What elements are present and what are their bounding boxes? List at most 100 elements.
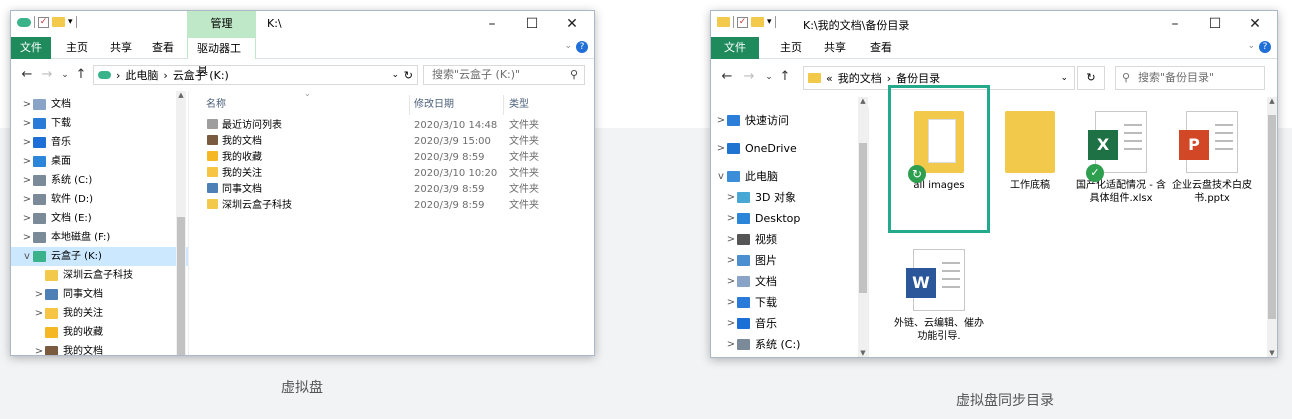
properties-icon[interactable]: ✓: [38, 16, 49, 28]
expand-chevron-icon[interactable]: >: [33, 342, 45, 355]
tab-view[interactable]: 查看: [861, 37, 901, 59]
nav-item[interactable]: > 文档: [711, 272, 868, 291]
scroll-up-icon[interactable]: ▲: [858, 97, 868, 105]
customize-toolbar-icon[interactable]: ▾: [68, 17, 73, 27]
scrollbar-thumb[interactable]: [177, 217, 185, 355]
search-input[interactable]: 搜索"云盒子 (K:)" ⚲: [423, 65, 585, 85]
forward-button[interactable]: →: [39, 66, 55, 84]
address-dropdown-icon[interactable]: ⌄: [1060, 73, 1068, 83]
navigation-scrollbar[interactable]: ▲: [176, 91, 186, 355]
expand-chevron-icon[interactable]: >: [725, 251, 737, 270]
content-scrollbar[interactable]: ▲ ▼: [1267, 97, 1277, 357]
new-folder-icon[interactable]: [751, 17, 764, 27]
file-row[interactable]: 我的文档: [207, 134, 262, 150]
maximize-button[interactable]: ☐: [1195, 14, 1235, 34]
nav-item[interactable]: > 图片: [711, 251, 868, 270]
scrollbar-thumb[interactable]: [1268, 115, 1276, 319]
nav-item[interactable]: > 软件 (D:): [11, 190, 188, 209]
file-row[interactable]: 同事文档: [207, 182, 262, 198]
expand-chevron-icon[interactable]: >: [725, 209, 737, 228]
minimize-button[interactable]: –: [1155, 14, 1195, 34]
nav-item[interactable]: v 云盒子 (K:): [11, 247, 188, 266]
back-button[interactable]: ←: [719, 68, 735, 86]
recent-locations-button[interactable]: ⌄: [761, 68, 777, 86]
address-segment-backup[interactable]: 备份目录: [896, 70, 940, 86]
expand-chevron-icon[interactable]: >: [21, 228, 33, 247]
nav-item[interactable]: > 桌面: [11, 152, 188, 171]
nav-item[interactable]: > 文档 (E:): [11, 209, 188, 228]
nav-item[interactable]: v 此电脑: [711, 167, 868, 186]
nav-item[interactable]: > 下载: [711, 293, 868, 312]
expand-chevron-icon[interactable]: >: [33, 304, 45, 323]
column-header-name[interactable]: 名称: [206, 95, 226, 115]
nav-item[interactable]: > Desktop: [711, 209, 868, 228]
expand-chevron-icon[interactable]: >: [725, 272, 737, 291]
refresh-icon[interactable]: ↻: [404, 69, 413, 82]
scrollbar-thumb[interactable]: [859, 143, 867, 293]
forward-button[interactable]: →: [741, 68, 757, 86]
expand-chevron-icon[interactable]: >: [725, 230, 737, 249]
file-tile[interactable]: ↻ all images: [893, 111, 985, 192]
expand-chevron-icon[interactable]: >: [725, 293, 737, 312]
expand-chevron-icon[interactable]: >: [725, 335, 737, 354]
collapse-ribbon-icon[interactable]: ⌄: [1247, 41, 1255, 51]
minimize-button[interactable]: –: [472, 14, 512, 34]
expand-chevron-icon[interactable]: >: [33, 285, 45, 304]
file-tile[interactable]: P 企业云盘技术白皮书.pptx: [1166, 111, 1258, 205]
column-header-type[interactable]: 类型: [509, 95, 529, 115]
customize-toolbar-icon[interactable]: ▾: [767, 17, 772, 27]
new-folder-icon[interactable]: [52, 17, 65, 27]
tab-home[interactable]: 主页: [57, 37, 97, 59]
expand-chevron-icon[interactable]: >: [21, 209, 33, 228]
properties-icon[interactable]: ✓: [737, 16, 748, 28]
nav-item[interactable]: >3D 对象: [711, 188, 868, 207]
expand-chevron-icon[interactable]: >: [21, 114, 33, 133]
search-input[interactable]: ⚲ 搜索"备份目录": [1115, 66, 1265, 90]
nav-item[interactable]: > 本地磁盘 (F:): [11, 228, 188, 247]
expand-chevron-icon[interactable]: >: [21, 95, 33, 114]
expand-chevron-icon[interactable]: v: [715, 167, 727, 186]
file-row[interactable]: 我的关注: [207, 166, 262, 182]
file-row[interactable]: 我的收藏: [207, 150, 262, 166]
file-tile[interactable]: W 外链、云编辑、催办功能引导.: [893, 249, 985, 343]
nav-item[interactable]: > 系统 (C:): [711, 335, 868, 354]
tab-share[interactable]: 共享: [815, 37, 855, 59]
help-icon[interactable]: ?: [576, 41, 588, 53]
nav-item[interactable]: 我的收藏: [11, 323, 188, 342]
scroll-up-icon[interactable]: ▲: [1267, 97, 1277, 105]
expand-chevron-icon[interactable]: >: [21, 171, 33, 190]
expand-chevron-icon[interactable]: >: [21, 190, 33, 209]
scroll-down-icon[interactable]: ▼: [1267, 349, 1277, 357]
expand-chevron-icon[interactable]: >: [715, 139, 727, 158]
recent-locations-button[interactable]: ⌄: [57, 66, 73, 84]
tab-view[interactable]: 查看: [143, 37, 183, 59]
scroll-down-icon[interactable]: ▼: [858, 349, 868, 357]
nav-item[interactable]: > 视频: [711, 230, 868, 249]
tab-home[interactable]: 主页: [771, 37, 811, 59]
maximize-button[interactable]: ☐: [512, 14, 552, 34]
up-button[interactable]: ↑: [777, 68, 793, 86]
tab-share[interactable]: 共享: [101, 37, 141, 59]
back-button[interactable]: ←: [19, 66, 35, 84]
collapse-ribbon-icon[interactable]: ⌄: [564, 41, 572, 51]
nav-item[interactable]: > 快速访问: [711, 111, 868, 130]
file-row[interactable]: 最近访问列表: [207, 118, 282, 134]
nav-item[interactable]: 深圳云盒子科技: [11, 266, 188, 285]
nav-item[interactable]: > 文档: [11, 95, 188, 114]
nav-item[interactable]: > 我的文档: [11, 342, 188, 355]
help-icon[interactable]: ?: [1259, 41, 1271, 53]
navigation-scrollbar[interactable]: ▲ ▼: [858, 97, 868, 357]
nav-item[interactable]: > 下载: [11, 114, 188, 133]
tab-drive-tools[interactable]: 驱动器工具: [187, 37, 256, 77]
scroll-up-icon[interactable]: ▲: [176, 91, 186, 99]
address-overflow[interactable]: «: [826, 72, 833, 85]
address-segment-my-documents[interactable]: 我的文档: [838, 70, 882, 86]
tab-file[interactable]: 文件: [711, 37, 759, 59]
expand-chevron-icon[interactable]: >: [715, 111, 727, 130]
up-button[interactable]: ↑: [73, 66, 89, 84]
nav-item[interactable]: > 音乐: [11, 133, 188, 152]
file-tile[interactable]: 工作底稿: [984, 111, 1076, 192]
close-button[interactable]: ✕: [552, 14, 592, 34]
close-button[interactable]: ✕: [1235, 14, 1275, 34]
refresh-button[interactable]: ↻: [1077, 66, 1105, 90]
